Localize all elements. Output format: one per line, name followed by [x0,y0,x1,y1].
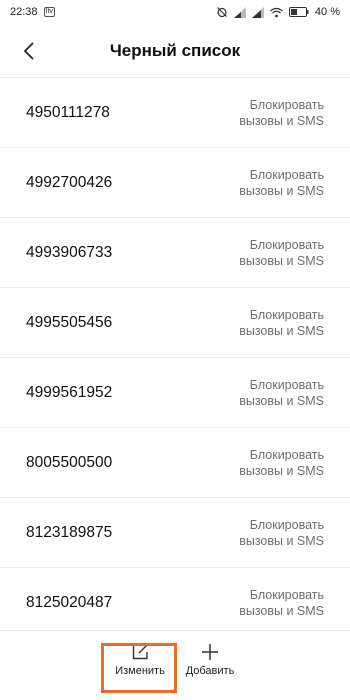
add-button[interactable]: Добавить [174,643,246,695]
list-item[interactable]: 8123189875 Блокировать вызовы и SMS [0,498,350,568]
list-item[interactable]: 8005500500 Блокировать вызовы и SMS [0,428,350,498]
blacklist: 4950111278 Блокировать вызовы и SMS 4992… [0,78,350,638]
block-mode: Блокировать вызовы и SMS [214,307,324,339]
block-mode-line2: вызовы и SMS [239,393,324,408]
add-label: Добавить [185,665,235,677]
block-mode: Блокировать вызовы и SMS [214,587,324,619]
block-mode-line1: Блокировать [249,587,324,602]
block-mode: Блокировать вызовы и SMS [214,517,324,549]
list-item[interactable]: 8125020487 Блокировать вызовы и SMS [0,568,350,638]
list-item[interactable]: 4950111278 Блокировать вызовы и SMS [0,78,350,148]
phone-number: 4999561952 [26,383,113,401]
signal-icon [251,6,264,18]
block-mode-line1: Блокировать [249,377,324,392]
alarm-off-icon [216,6,228,18]
block-mode: Блокировать вызовы и SMS [214,377,324,409]
phone-number: 4950111278 [26,103,110,121]
block-mode-line2: вызовы и SMS [239,113,324,128]
app-header: Черный список [0,24,350,78]
block-mode-line1: Блокировать [249,447,324,462]
phone-number: 4995505456 [26,313,113,331]
block-mode-line1: Блокировать [249,517,324,532]
signal-icon [233,6,246,18]
block-mode-line2: вызовы и SMS [239,253,324,268]
list-item[interactable]: 4992700426 Блокировать вызовы и SMS [0,148,350,218]
status-bar: 22:38 Itv 40 % [0,0,350,24]
plus-icon [202,644,218,660]
status-time: 22:38 [10,6,38,18]
edit-icon [132,644,148,660]
block-mode: Блокировать вызовы и SMS [214,237,324,269]
block-mode-line2: вызовы и SMS [239,463,324,478]
block-mode: Блокировать вызовы и SMS [214,167,324,199]
wifi-icon [270,7,283,18]
phone-number: 8005500500 [26,453,113,471]
battery-percent: 40 % [314,6,340,18]
block-mode-line1: Блокировать [249,307,324,322]
notification-badge: Itv [43,7,55,17]
list-item[interactable]: 4993906733 Блокировать вызовы и SMS [0,218,350,288]
block-mode-line2: вызовы и SMS [239,603,324,618]
block-mode-line1: Блокировать [249,237,324,252]
bottom-toolbar: Изменить Добавить [0,630,350,700]
phone-number: 4992700426 [26,173,113,191]
list-item[interactable]: 4999561952 Блокировать вызовы и SMS [0,358,350,428]
block-mode-line2: вызовы и SMS [239,323,324,338]
battery-icon [288,7,309,17]
block-mode-line2: вызовы и SMS [239,533,324,548]
page-title: Черный список [109,40,241,60]
phone-number: 8123189875 [26,523,113,541]
back-button[interactable] [14,37,44,65]
block-mode-line1: Блокировать [249,167,324,182]
edit-button[interactable]: Изменить [104,643,176,695]
block-mode-line1: Блокировать [249,97,324,112]
block-mode: Блокировать вызовы и SMS [214,447,324,479]
list-item[interactable]: 4995505456 Блокировать вызовы и SMS [0,288,350,358]
phone-number: 4993906733 [26,243,113,261]
chevron-left-icon [23,42,34,60]
block-mode: Блокировать вызовы и SMS [214,97,324,129]
phone-number: 8125020487 [26,593,113,611]
block-mode-line2: вызовы и SMS [239,183,324,198]
edit-label: Изменить [115,665,165,677]
